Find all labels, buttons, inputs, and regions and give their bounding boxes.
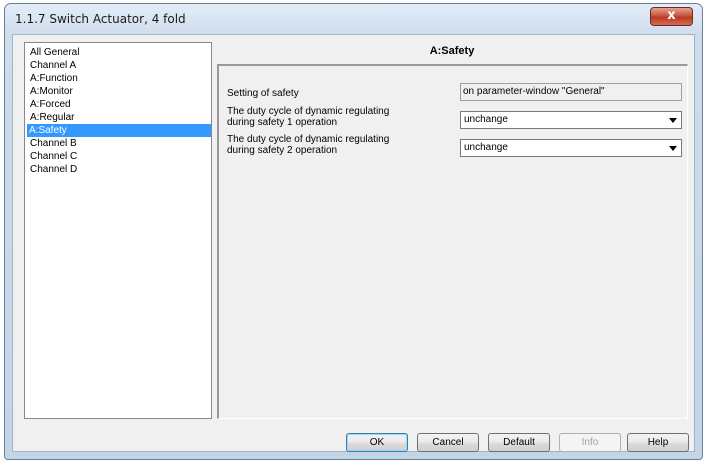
tree-item-channel-d[interactable]: Channel D (28, 163, 79, 176)
tree-item-a-safety[interactable]: A:Safety (27, 124, 211, 137)
safety2-duty-cycle-value: unchange (464, 142, 508, 153)
window-title: 1.1.7 Switch Actuator, 4 fold (15, 12, 186, 26)
tree-item-a-function[interactable]: A:Function (28, 72, 80, 85)
page-title: A:Safety (429, 45, 475, 57)
info-button[interactable]: Info (559, 433, 621, 452)
safety1-duty-cycle-label-line2: during safety 1 operation (227, 117, 338, 128)
close-button[interactable]: x (650, 7, 693, 26)
safety2-duty-cycle-label-line1: The duty cycle of dynamic regulating (227, 134, 390, 145)
ok-button[interactable]: OK (346, 433, 408, 452)
safety1-duty-cycle-label-line1: The duty cycle of dynamic regulating (227, 106, 390, 117)
safety2-duty-cycle-select[interactable]: unchange (460, 139, 682, 157)
safety2-duty-cycle-label-line2: during safety 2 operation (227, 145, 338, 156)
tree-item-channel-b[interactable]: Channel B (28, 137, 79, 150)
dialog-client-area: All General Channel A A:Function A:Monit… (12, 34, 695, 452)
tree-item-a-monitor[interactable]: A:Monitor (28, 85, 75, 98)
cancel-button[interactable]: Cancel (417, 433, 479, 452)
setting-of-safety-value: on parameter-window "General" (460, 83, 682, 101)
safety1-duty-cycle-value: unchange (464, 114, 508, 125)
setting-of-safety-label: Setting of safety (227, 88, 299, 99)
tree-item-a-forced[interactable]: A:Forced (28, 98, 73, 111)
tree-item-channel-c[interactable]: Channel C (28, 150, 79, 163)
parameter-tree[interactable]: All General Channel A A:Function A:Monit… (24, 42, 212, 419)
help-button[interactable]: Help (627, 433, 689, 452)
tree-item-all-general[interactable]: All General (28, 46, 81, 59)
tree-item-channel-a[interactable]: Channel A (28, 59, 78, 72)
chevron-down-icon (669, 118, 677, 123)
dialog-window: 1.1.7 Switch Actuator, 4 fold x All Gene… (4, 3, 703, 460)
parameter-panel: Setting of safety on parameter-window "G… (217, 64, 688, 419)
tree-item-a-regular[interactable]: A:Regular (28, 111, 76, 124)
close-icon: x (667, 8, 676, 23)
safety1-duty-cycle-select[interactable]: unchange (460, 111, 682, 129)
chevron-down-icon (669, 146, 677, 151)
default-button[interactable]: Default (488, 433, 550, 452)
title-bar[interactable]: 1.1.7 Switch Actuator, 4 fold x (5, 4, 702, 34)
